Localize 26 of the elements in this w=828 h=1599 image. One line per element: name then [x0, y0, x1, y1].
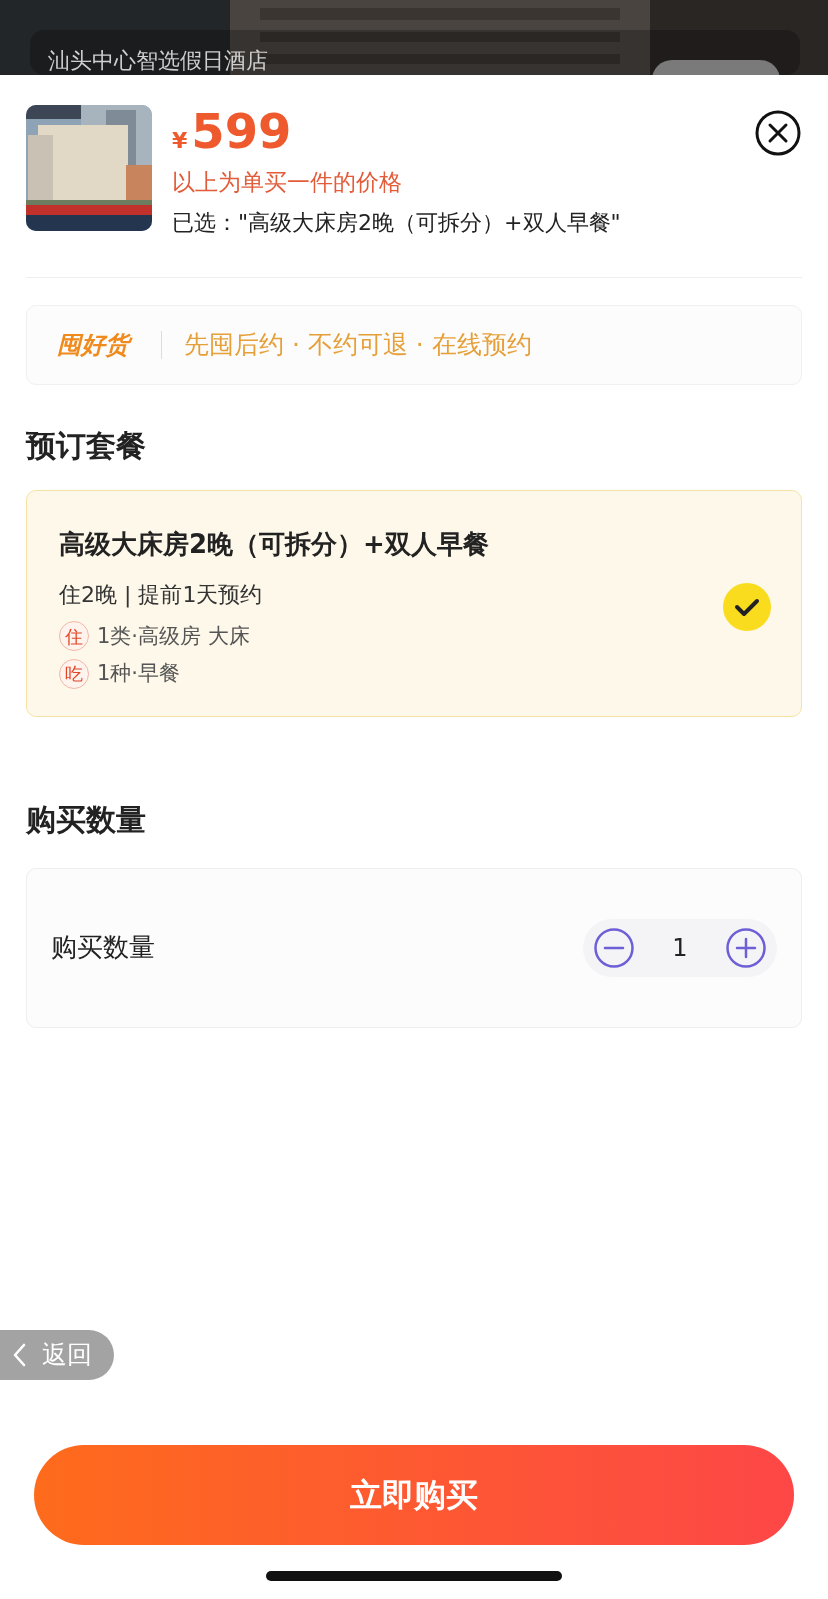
increase-button[interactable] — [725, 926, 767, 969]
buy-now-button[interactable]: 立即购买 — [34, 1445, 794, 1545]
close-icon — [754, 109, 802, 157]
plus-icon — [725, 926, 767, 969]
page-title: 汕头中心智选假日酒店 — [48, 47, 268, 75]
quantity-label: 购买数量 — [51, 931, 155, 964]
package-detail: 1类·高级房 大床 — [97, 622, 250, 650]
package-detail: 1种·早餐 — [97, 660, 181, 687]
section-heading: 购买数量 — [26, 800, 147, 839]
minus-icon — [593, 926, 635, 969]
category-tag: 吃 — [59, 658, 89, 689]
back-button[interactable]: 返回 — [0, 1330, 114, 1380]
price: 599 — [191, 107, 292, 155]
price-note: 以上为单买一件的价格 — [172, 168, 403, 197]
selection-summary: 已选："高级大床房2晚（可拆分）+双人早餐" — [172, 208, 622, 237]
decrease-button[interactable] — [593, 926, 635, 969]
quantity-value: 1 — [671, 932, 689, 964]
currency-symbol: ¥ — [172, 127, 188, 155]
category-tag: 住 — [59, 621, 89, 652]
promo-text: 先囤后约 · 不约可退 · 在线预约 — [184, 328, 532, 361]
section-heading: 预订套餐 — [26, 426, 147, 465]
close-button[interactable] — [754, 109, 802, 157]
package-option[interactable]: 高级大床房2晚（可拆分）+双人早餐 住2晚 | 提前1天预约 住 1类·高级房 大床 吃 1种·早餐 — [26, 489, 802, 717]
package-terms: 住2晚 | 提前1天预约 — [59, 580, 264, 610]
chevron-left-icon — [12, 1343, 26, 1367]
package-name: 高级大床房2晚（可拆分）+双人早餐 — [59, 527, 490, 561]
